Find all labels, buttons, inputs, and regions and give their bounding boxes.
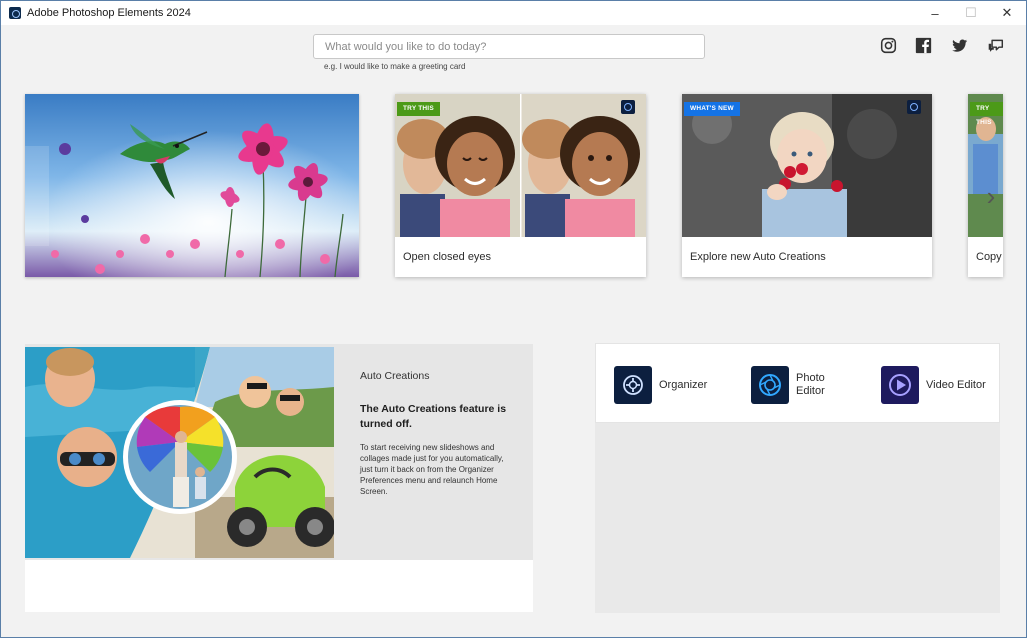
title-bar: Adobe Photoshop Elements 2024 – ☐ ✕ bbox=[1, 1, 1026, 25]
card-label: Explore new Auto Creations bbox=[690, 251, 826, 263]
card-label: Open closed eyes bbox=[403, 251, 492, 263]
try-this-badge: TRY THIS bbox=[970, 102, 1003, 126]
app-window: Adobe Photoshop Elements 2024 – ☐ ✕ e.g.… bbox=[0, 0, 1027, 638]
video-editor-launch-button[interactable]: Video Editor bbox=[881, 366, 986, 404]
photo-editor-icon bbox=[751, 366, 789, 404]
search-hint: e.g. I would like to make a greeting car… bbox=[324, 62, 466, 71]
carousel-card-open-closed-eyes[interactable]: TRY THIS Open closed eyes bbox=[395, 94, 646, 277]
facebook-icon[interactable] bbox=[914, 36, 932, 54]
whats-new-badge: WHAT'S NEW bbox=[684, 102, 740, 116]
auto-creations-heading: Auto Creations bbox=[360, 370, 430, 382]
auto-creations-banner: Auto Creations The Auto Creations featur… bbox=[25, 344, 533, 560]
auto-creations-title: The Auto Creations feature is turned off… bbox=[360, 403, 507, 430]
card-label: Copy bbox=[976, 251, 1002, 263]
launch-apps-bar: Organizer Photo Editor Video Editor bbox=[595, 343, 1000, 423]
organizer-icon bbox=[907, 100, 921, 114]
carousel-card-auto-creations[interactable]: WHAT'S NEW Explore new Auto Creations bbox=[682, 94, 932, 277]
window-title: Adobe Photoshop Elements 2024 bbox=[27, 7, 191, 19]
feedback-icon[interactable] bbox=[986, 36, 1004, 54]
try-this-badge: TRY THIS bbox=[397, 102, 440, 116]
close-button[interactable]: ✕ bbox=[988, 1, 1026, 25]
hummingbird-flowers-image bbox=[25, 94, 359, 277]
minimize-button[interactable]: – bbox=[916, 1, 954, 25]
organizer-icon bbox=[614, 366, 652, 404]
instagram-icon[interactable] bbox=[879, 36, 897, 54]
video-editor-label: Video Editor bbox=[926, 378, 986, 391]
carousel-next-button[interactable]: › bbox=[980, 179, 1002, 213]
photo-editor-launch-button[interactable]: Photo Editor bbox=[751, 366, 856, 404]
auto-creations-image bbox=[25, 347, 334, 558]
launch-apps-panel: Organizer Photo Editor Video Editor bbox=[595, 343, 1000, 613]
hero-previous-area bbox=[25, 146, 49, 246]
organizer-launch-button[interactable]: Organizer bbox=[614, 366, 719, 404]
organizer-label: Organizer bbox=[659, 378, 708, 391]
auto-creations-panel: Auto Creations The Auto Creations featur… bbox=[25, 344, 533, 612]
twitter-icon[interactable] bbox=[950, 36, 968, 54]
photo-editor-icon bbox=[621, 100, 635, 114]
search-input[interactable] bbox=[314, 35, 704, 58]
photoshop-elements-icon bbox=[9, 7, 21, 19]
video-editor-icon bbox=[881, 366, 919, 404]
hero-hummingbird-card[interactable] bbox=[25, 94, 359, 277]
maximize-button[interactable]: ☐ bbox=[952, 1, 990, 25]
search-box[interactable] bbox=[313, 34, 705, 59]
photo-editor-label: Photo Editor bbox=[796, 372, 825, 397]
auto-creations-description: To start receiving new slideshows and co… bbox=[360, 443, 504, 496]
